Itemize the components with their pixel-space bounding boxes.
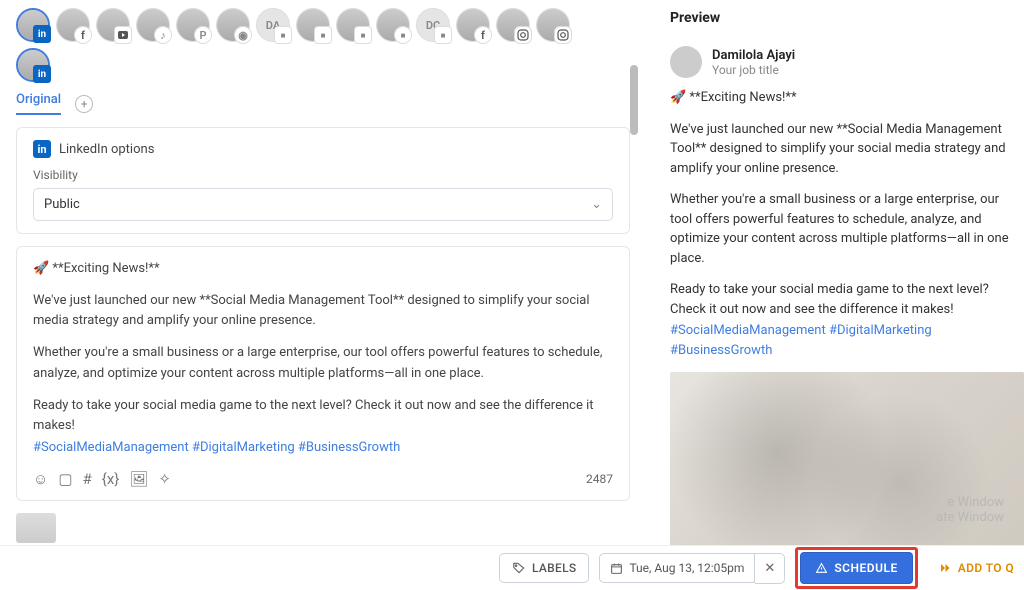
avatar [670,46,702,78]
account-bubble[interactable]: DC■ [416,8,450,42]
clear-date-button[interactable]: ✕ [755,553,785,584]
schedule-icon [815,562,828,575]
account-bubble[interactable]: ■ [296,8,330,42]
composer-card: 🚀 **Exciting News!** We've just launched… [16,246,630,501]
account-bubble[interactable]: ■ [336,8,370,42]
sq-icon: ■ [434,26,452,44]
account-bubble[interactable]: ◉ [216,8,250,42]
tb-icon: ■ [354,26,372,44]
accounts-row-2: in [16,48,630,82]
preview-p1: We've just launched our new **Social Med… [670,120,1024,179]
schedule-date-chip: Tue, Aug 13, 12:05pm ✕ [599,553,785,584]
tt-icon: ♪ [154,26,172,44]
hash-icon[interactable]: # [83,470,92,488]
add-tab-button[interactable]: + [75,95,93,113]
preview-author: Damilola Ajayi Your job title [670,46,1024,78]
post-p3: Ready to take your social media game to … [33,396,613,436]
schedule-highlight: SCHEDULE [795,547,917,589]
preview-image [670,372,1024,545]
visibility-label: Visibility [33,168,613,182]
account-bubble[interactable]: f [56,8,90,42]
visibility-select[interactable]: Public ⌄ [33,188,613,221]
account-bubble[interactable]: in [16,8,50,42]
composer-tabs: Original + [16,92,630,115]
labels-text: LABELS [532,561,576,575]
schedule-date-button[interactable]: Tue, Aug 13, 12:05pm [599,553,755,583]
account-bubble[interactable]: P [176,8,210,42]
variable-icon[interactable]: {x} [102,470,120,488]
sq-icon: ■ [274,26,292,44]
post-text[interactable]: 🚀 **Exciting News!** We've just launched… [33,259,613,458]
ig-icon [514,26,532,44]
post-hashtags: #SocialMediaManagement #DigitalMarketing… [33,438,613,458]
bf-icon: ■ [394,26,412,44]
preview-p3: Ready to take your social media game to … [670,280,1024,319]
post-p2: Whether you're a small business or a lar… [33,343,613,383]
linkedin-icon: in [33,65,51,83]
add-to-queue-text: ADD TO Q [958,561,1014,575]
schedule-text: SCHEDULE [834,561,897,575]
post-p1: We've just launched our new **Social Med… [33,291,613,331]
account-bubble[interactable]: f [456,8,490,42]
ai-icon[interactable]: ✧ [158,470,171,488]
chevron-down-icon: ⌄ [591,197,602,212]
tab-original[interactable]: Original [16,92,61,115]
account-bubble[interactable] [536,8,570,42]
fb-icon: f [474,26,492,44]
attached-thumb[interactable] [16,513,56,543]
fb-icon: f [74,26,92,44]
linkedin-icon: in [33,140,51,158]
rd-icon: ◉ [234,26,252,44]
linkedin-options-card: in LinkedIn options Visibility Public ⌄ [16,127,630,234]
tag-icon [512,561,526,575]
preview-subtitle: Your job title [712,63,795,77]
visibility-value: Public [44,197,80,212]
account-bubble[interactable]: DA■ [256,8,290,42]
preview-hashtags: #SocialMediaManagement #DigitalMarketing… [670,321,1024,360]
composer-tools: ☺ ▢ # {x} 🖼 ✧ [33,470,171,488]
preview-title: Preview [670,10,1024,26]
account-bubble[interactable]: ■ [376,8,410,42]
ig-icon [554,26,572,44]
image-icon[interactable]: ▢ [58,470,72,488]
labels-button[interactable]: LABELS [499,553,589,583]
add-to-queue-button[interactable]: ADD TO Q [928,554,1018,582]
preview-name: Damilola Ajayi [712,48,795,63]
account-bubble[interactable]: in [16,48,50,82]
schedule-date-text: Tue, Aug 13, 12:05pm [629,561,744,575]
post-headline: 🚀 **Exciting News!** [33,259,613,279]
linkedin-options-title: LinkedIn options [59,142,154,157]
queue-icon [938,562,952,574]
left-scrollbar[interactable] [630,0,638,545]
gallery-icon[interactable]: 🖼 [129,470,148,488]
char-count: 2487 [586,472,613,486]
yt-icon [114,26,132,44]
schedule-button[interactable]: SCHEDULE [800,552,912,584]
account-bubble[interactable] [96,8,130,42]
emoji-icon[interactable]: ☺ [33,470,48,488]
account-bubble[interactable]: ♪ [136,8,170,42]
linkedin-icon: in [33,25,51,43]
calendar-icon [610,562,623,575]
sq-icon: ■ [314,26,332,44]
preview-body: 🚀 **Exciting News!** We've just launched… [670,88,1024,360]
account-bubble[interactable] [496,8,530,42]
pin-icon: P [194,26,212,44]
preview-headline: 🚀 **Exciting News!** [670,88,1024,108]
bottom-bar: LABELS Tue, Aug 13, 12:05pm ✕ SCHEDULE A… [0,545,1024,590]
preview-p2: Whether you're a small business or a lar… [670,190,1024,268]
accounts-row-1: inf♪P◉DA■■■■DC■f [16,8,630,42]
